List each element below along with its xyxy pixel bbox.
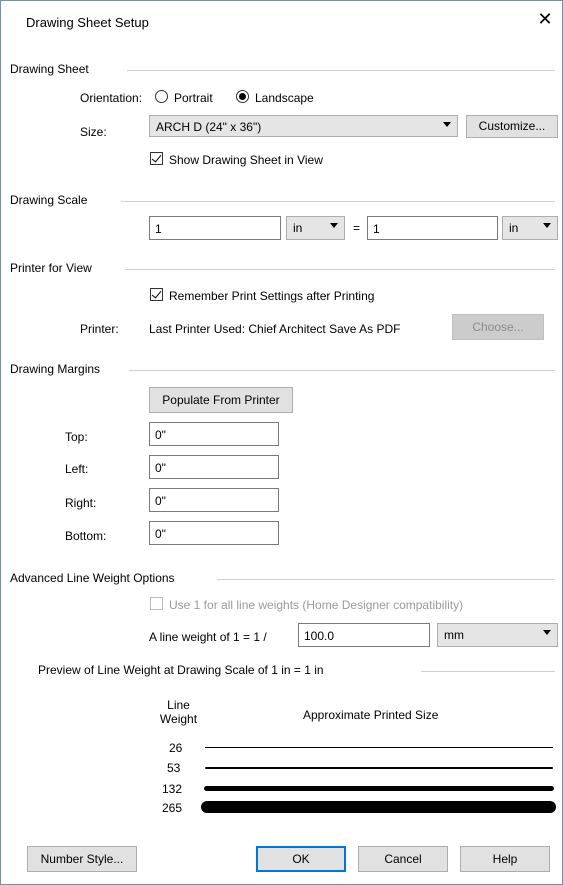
close-icon[interactable]: ✕ [535, 9, 555, 30]
customize-button[interactable]: Customize... [466, 115, 558, 138]
portrait-radio[interactable] [155, 90, 168, 103]
line-weight-value: 26 [169, 741, 183, 755]
right-label: Right: [65, 496, 97, 510]
cancel-button[interactable]: Cancel [358, 846, 448, 872]
group-drawing-scale: Drawing Scale [10, 193, 88, 207]
use-one-label[interactable]: Use 1 for all line weights (Home Designe… [169, 598, 463, 612]
group-divider [125, 269, 555, 270]
landscape-radio[interactable] [236, 90, 249, 103]
line-weight-sample [204, 786, 554, 791]
preview-label: Preview of Line Weight at Drawing Scale … [38, 663, 324, 677]
group-drawing-sheet: Drawing Sheet [10, 62, 89, 76]
left-label: Left: [65, 462, 89, 476]
scale-right-unit-value: in [509, 221, 519, 235]
group-divider [127, 70, 555, 71]
ok-button[interactable]: OK [256, 846, 346, 872]
line-weight-value: 53 [167, 761, 181, 775]
line-weight-sample [205, 747, 553, 748]
line-weight-value: 265 [162, 801, 183, 815]
top-label: Top: [65, 430, 88, 444]
line-weight-label: A line weight of 1 = 1 / [149, 630, 267, 644]
line-weight-sample [201, 801, 556, 813]
chevron-down-icon [543, 630, 551, 635]
scale-left-input[interactable]: 1 [149, 216, 281, 240]
scale-left-unit-value: in [293, 221, 303, 235]
top-margin-input[interactable]: 0" [149, 422, 279, 446]
scale-right-input[interactable]: 1 [367, 216, 498, 240]
bottom-label: Bottom: [65, 529, 107, 543]
portrait-label[interactable]: Portrait [174, 91, 213, 105]
line-weight-unit-value: mm [444, 628, 464, 642]
orientation-label: Orientation: [80, 91, 143, 105]
dialog-title: Drawing Sheet Setup [26, 15, 149, 30]
chevron-down-icon [330, 223, 338, 228]
remember-settings-label[interactable]: Remember Print Settings after Printing [169, 289, 374, 303]
drawing-sheet-setup-dialog: Drawing Sheet Setup ✕ Drawing Sheet Orie… [0, 0, 563, 885]
group-divider [421, 671, 555, 672]
line-weight-header-line1: Line [167, 698, 190, 712]
show-sheet-label[interactable]: Show Drawing Sheet in View [169, 153, 323, 167]
remember-settings-checkbox[interactable] [150, 288, 163, 301]
chevron-down-icon [543, 223, 551, 228]
show-sheet-checkbox[interactable] [150, 152, 163, 165]
landscape-label[interactable]: Landscape [255, 91, 314, 105]
group-printer: Printer for View [10, 261, 92, 275]
line-weight-value: 132 [162, 782, 183, 796]
size-label: Size: [80, 125, 107, 139]
use-one-checkbox[interactable] [150, 597, 163, 610]
printer-label: Printer: [80, 322, 119, 336]
line-weight-input[interactable]: 100.0 [298, 623, 430, 647]
printer-value: Last Printer Used: Chief Architect Save … [149, 322, 401, 336]
group-line-weight: Advanced Line Weight Options [10, 571, 175, 585]
group-divider [217, 579, 555, 580]
line-weight-header-line2: Weight [159, 712, 198, 726]
group-divider [129, 370, 555, 371]
right-margin-input[interactable]: 0" [149, 488, 279, 512]
group-margins: Drawing Margins [10, 362, 101, 376]
help-button[interactable]: Help [460, 846, 550, 872]
line-weight-unit-select[interactable]: mm [437, 623, 558, 647]
scale-left-unit-select[interactable]: in [286, 216, 345, 240]
left-margin-input[interactable]: 0" [149, 455, 279, 479]
printed-size-column-header: Approximate Printed Size [303, 708, 439, 722]
group-divider [121, 201, 555, 202]
size-value: ARCH D (24" x 36") [156, 120, 262, 134]
size-select[interactable]: ARCH D (24" x 36") [149, 115, 458, 137]
equals-label: = [353, 221, 361, 235]
number-style-button[interactable]: Number Style... [27, 846, 137, 872]
scale-right-unit-select[interactable]: in [502, 216, 558, 240]
chevron-down-icon [443, 122, 451, 127]
choose-printer-button[interactable]: Choose... [452, 314, 544, 340]
line-weight-column-header: Line Weight [156, 698, 201, 726]
bottom-margin-input[interactable]: 0" [149, 521, 279, 545]
line-weight-sample [205, 767, 553, 769]
populate-from-printer-button[interactable]: Populate From Printer [149, 387, 293, 413]
